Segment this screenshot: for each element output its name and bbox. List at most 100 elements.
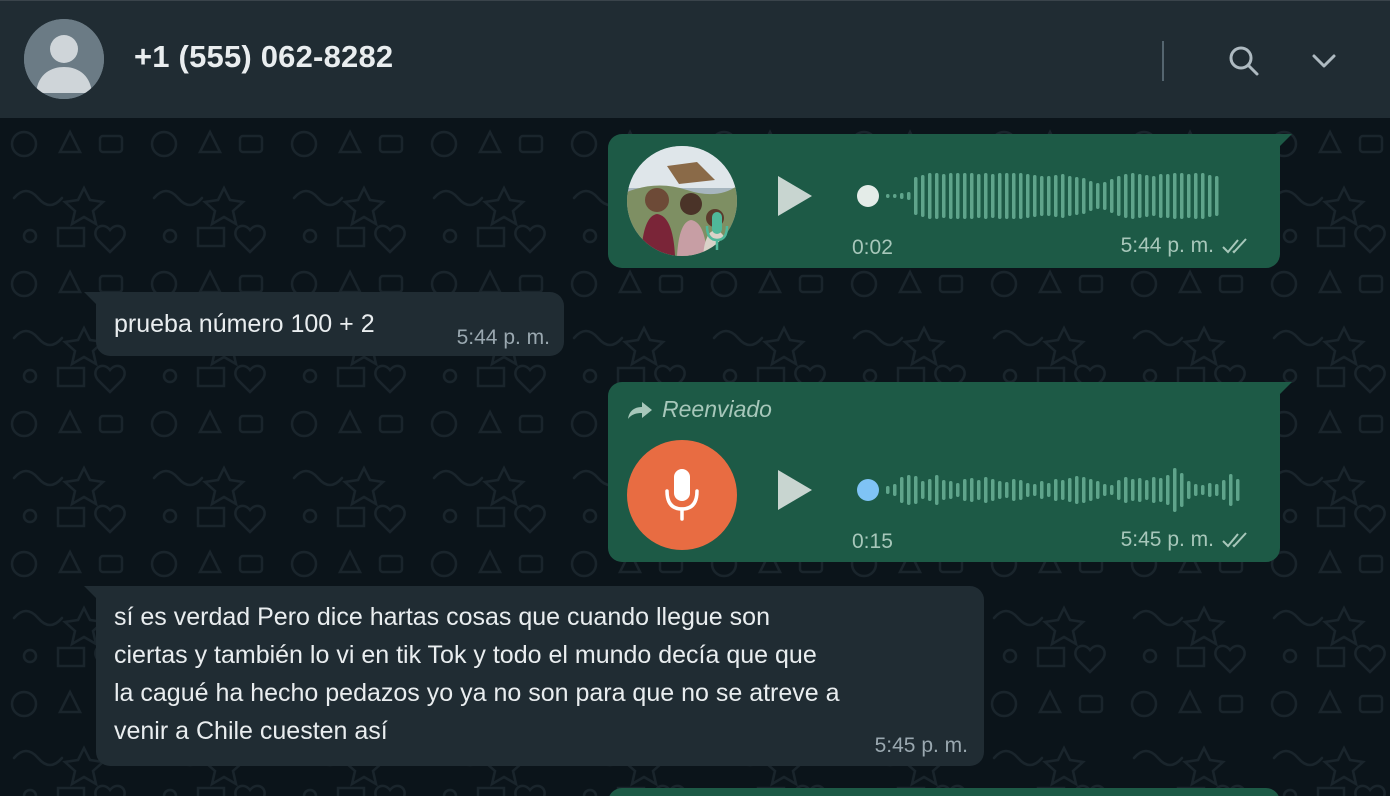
waveform-bar — [935, 173, 939, 219]
waveform-bar — [907, 475, 911, 505]
waveform-progress-dot[interactable] — [857, 185, 879, 207]
waveform[interactable] — [856, 464, 1240, 516]
voice-duration: 0:15 — [852, 530, 893, 553]
bubble-tail — [84, 586, 98, 600]
contact-name[interactable]: +1 (555) 062-8282 — [134, 39, 393, 75]
message-time-label: 5:45 p. m. — [874, 734, 968, 757]
waveform-bar — [1145, 480, 1149, 500]
waveform-bar — [886, 486, 890, 494]
forward-arrow-icon — [628, 401, 652, 419]
voice-mic-circle — [627, 440, 737, 550]
waveform-bar — [1103, 484, 1107, 496]
waveform-bar — [935, 475, 939, 505]
message-voice-outgoing[interactable]: 0:02 5:44 p. m. — [608, 134, 1292, 268]
waveform-bar — [1040, 176, 1044, 216]
waveform-bar — [900, 477, 904, 503]
message-body: sí es verdad Pero dice hartas cosas que … — [114, 598, 840, 750]
waveform-bar — [1075, 476, 1079, 504]
play-icon[interactable] — [774, 174, 814, 218]
waveform-bar — [1033, 175, 1037, 217]
menu-button[interactable] — [1302, 39, 1346, 83]
waveform-bar — [1152, 477, 1156, 503]
message-time-label: 5:44 p. m. — [456, 326, 550, 349]
waveform-bar — [977, 174, 981, 218]
waveform-bar — [963, 173, 967, 219]
waveform-bar — [1047, 483, 1051, 497]
waveform-bar — [1208, 483, 1212, 497]
waveform-bar — [1131, 479, 1135, 501]
waveform-bar — [921, 481, 925, 499]
waveform-progress-dot[interactable] — [857, 479, 879, 501]
waveform-bar — [1138, 478, 1142, 502]
waveform-bar — [914, 476, 918, 504]
waveform-bar — [1096, 183, 1100, 209]
waveform-bar — [1187, 481, 1191, 499]
waveform-bar — [1054, 479, 1058, 501]
waveform-bar — [956, 483, 960, 497]
waveform-bar — [1145, 175, 1149, 217]
waveform-bar — [914, 177, 918, 215]
message-voice-forwarded[interactable]: Reenviado 0:15 5:45 p. m. — [608, 382, 1292, 562]
waveform-bar — [949, 481, 953, 499]
message-text-incoming[interactable]: prueba número 100 + 2 5:44 p. m. — [84, 292, 564, 356]
waveform-bar — [1026, 174, 1030, 218]
waveform-bar — [1005, 482, 1009, 498]
search-button[interactable] — [1222, 39, 1266, 83]
message-meta: 5:44 p. m. — [1121, 234, 1252, 258]
message-text-incoming[interactable]: sí es verdad Pero dice hartas cosas que … — [84, 586, 984, 766]
waveform-bar — [900, 193, 904, 199]
forwarded-label: Reenviado — [626, 396, 772, 423]
waveform-bar — [949, 173, 953, 219]
waveform-bar — [1222, 480, 1226, 500]
waveform-bar — [893, 194, 897, 198]
waveform-bar — [1215, 176, 1219, 216]
waveform-bar — [1033, 484, 1037, 496]
waveform-bar — [1194, 484, 1198, 496]
waveform-bar — [1005, 173, 1009, 219]
play-icon[interactable] — [774, 468, 814, 512]
waveform-bar — [1068, 478, 1072, 502]
message-text: prueba número 100 + 2 — [114, 310, 375, 338]
contact-avatar[interactable] — [24, 19, 104, 99]
waveform-bar — [886, 194, 890, 198]
waveform-bar — [1082, 477, 1086, 503]
bubble-tail — [1278, 134, 1292, 148]
message-time: 5:44 p. m. — [1120, 234, 1214, 257]
waveform-bar — [942, 174, 946, 218]
waveform-bar — [970, 478, 974, 502]
search-icon — [1229, 46, 1259, 76]
mic-badge-icon — [705, 212, 729, 250]
waveform-bar — [1215, 484, 1219, 496]
message-time: 5:45 p. m. — [875, 734, 968, 758]
voice-duration: 0:02 — [852, 236, 893, 259]
forwarded-text: Reenviado — [662, 396, 772, 422]
waveform-bar — [1089, 181, 1093, 211]
chat-area[interactable]: 0:02 5:44 p. m. prueba número 100 + 2 5:… — [0, 118, 1390, 796]
waveform-bar — [942, 480, 946, 500]
waveform-bar — [1166, 174, 1170, 218]
waveform-bar — [921, 175, 925, 217]
waveform-bar — [1173, 173, 1177, 219]
waveform-bar — [1082, 178, 1086, 214]
waveform-bar — [956, 173, 960, 219]
waveform-bar — [1012, 173, 1016, 219]
waveform-bar — [963, 479, 967, 501]
waveform-bar — [1201, 173, 1205, 219]
waveform-bar — [977, 480, 981, 500]
microphone-icon — [665, 469, 699, 521]
double-check-icon — [1222, 532, 1247, 548]
waveform-bar — [1236, 479, 1240, 501]
message-meta: 5:45 p. m. — [1121, 528, 1252, 552]
waveform-bar — [1166, 475, 1170, 505]
waveform-bar — [1061, 174, 1065, 218]
waveform-bar — [1124, 174, 1128, 218]
message-outgoing-partial[interactable] — [608, 788, 1280, 796]
waveform-bar — [1026, 483, 1030, 497]
waveform-bar — [1138, 174, 1142, 218]
message-line: sí es verdad Pero dice hartas cosas que … — [114, 603, 770, 631]
waveform-bar — [1201, 485, 1205, 495]
message-time: 5:44 p. m. — [457, 326, 550, 350]
waveform[interactable] — [856, 170, 1240, 222]
message-line: ciertas y también lo vi en tik Tok y tod… — [114, 641, 817, 669]
waveform-bar — [1089, 479, 1093, 501]
